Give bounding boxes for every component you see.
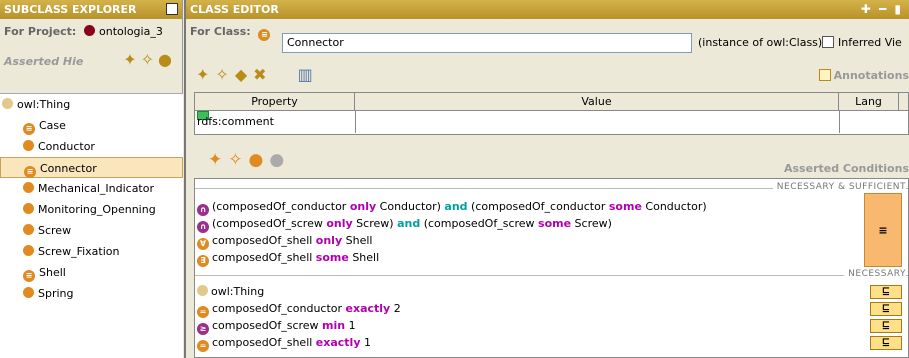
delete-condition-icon[interactable]: ● bbox=[269, 150, 290, 170]
condition-row[interactable]: ∃ composedOf_shell some Shell bbox=[197, 249, 379, 267]
class-icon bbox=[197, 285, 208, 296]
annotation-toolbar: ✦✧◆✖ ▥ bbox=[196, 65, 319, 84]
class-icon bbox=[23, 245, 34, 256]
delete-annotation-icon[interactable]: ✖ bbox=[253, 65, 272, 84]
inferred-view-toggle[interactable]: Inferred Vie bbox=[822, 33, 902, 53]
conditions-toolbar: ✦✧●● bbox=[208, 150, 290, 170]
class-editor-title: CLASS EDITOR ✚ ━ ▮ bbox=[186, 0, 909, 19]
project-name: ontologia_3 bbox=[99, 25, 163, 38]
tree-item-connector[interactable]: ≡ Connector bbox=[0, 157, 183, 178]
create-restriction-icon[interactable]: ✦ bbox=[208, 150, 228, 170]
instance-of-label: (instance of owl:Class) bbox=[698, 36, 823, 49]
annotations-label: Annotations bbox=[818, 69, 909, 82]
class-editor-panel: CLASS EDITOR ✚ ━ ▮ For Class: ≡ Connecto… bbox=[186, 0, 909, 358]
class-icon bbox=[23, 287, 34, 298]
add-property-icon[interactable]: ◆ bbox=[235, 65, 253, 84]
subclass-explorer-panel: SUBCLASS EXPLORER For Project: ontologia… bbox=[0, 0, 183, 358]
subclass-marker[interactable]: ⊑ bbox=[870, 336, 902, 350]
tree-item-mechanical-indicator[interactable]: Mechanical_Indicator bbox=[0, 178, 183, 199]
class-icon bbox=[23, 224, 34, 235]
hierarchy-toolbar: ✦✧● bbox=[123, 50, 176, 69]
equiv-class-icon: ≡ bbox=[23, 270, 35, 282]
tree-item-case[interactable]: ≡ Case bbox=[0, 115, 183, 136]
annotation-table-header: Property Value Lang bbox=[195, 93, 908, 111]
condition-row[interactable]: owl:Thing bbox=[197, 283, 264, 300]
tree-item-screw[interactable]: Screw bbox=[0, 220, 183, 241]
create-expression-icon[interactable]: ✧ bbox=[228, 150, 248, 170]
cardinality-restriction-icon: = bbox=[197, 340, 209, 352]
column-header-value[interactable]: Value bbox=[355, 93, 839, 111]
necessary-sufficient-header: NECESSARY & SUFFICIENT bbox=[772, 182, 906, 192]
delete-class-icon[interactable]: ● bbox=[158, 50, 176, 69]
tree-item-conductor[interactable]: Conductor bbox=[0, 136, 183, 157]
some-values-restriction-icon: ∃ bbox=[197, 255, 209, 267]
column-header-property[interactable]: Property bbox=[195, 93, 355, 111]
subclass-marker[interactable]: ⊑ bbox=[870, 302, 902, 316]
condition-row[interactable]: = composedOf_conductor exactly 2 bbox=[197, 300, 401, 318]
equiv-class-icon: ≡ bbox=[258, 29, 271, 41]
inferred-view-checkbox[interactable] bbox=[822, 36, 834, 48]
conditions-list: NECESSARY & SUFFICIENT ∩ (composedOf_cond… bbox=[194, 178, 909, 358]
equivalent-class-marker[interactable]: ≡ bbox=[864, 193, 902, 267]
asserted-conditions-title: Asserted Conditions bbox=[784, 162, 909, 175]
equiv-class-icon: ≡ bbox=[23, 123, 35, 135]
tree-item-screw-fixation[interactable]: Screw_Fixation bbox=[0, 241, 183, 262]
class-icon bbox=[2, 98, 13, 109]
add-annotation-icon[interactable]: ✦ bbox=[196, 65, 215, 84]
condition-row[interactable]: ∩ (composedOf_screw only Screw) and (comp… bbox=[197, 215, 612, 233]
subclass-marker[interactable]: ⊑ bbox=[870, 319, 902, 333]
add-datatype-annotation-icon[interactable]: ✧ bbox=[215, 65, 234, 84]
add-named-class-icon[interactable]: ● bbox=[249, 150, 270, 170]
title-bar-icons[interactable]: ✚ ━ ▮ bbox=[861, 0, 903, 19]
condition-row[interactable]: = composedOf_shell exactly 1 bbox=[197, 334, 371, 352]
class-name-field[interactable]: Connector bbox=[282, 33, 692, 53]
tree-item-owl-thing[interactable]: owl:Thing bbox=[0, 94, 183, 115]
asserted-hierarchy-row: Asserted Hie ✦✧● bbox=[0, 44, 182, 74]
class-icon bbox=[23, 182, 34, 193]
equiv-class-icon: ≡ bbox=[24, 166, 36, 178]
table-row[interactable]: rdfs:comment bbox=[195, 111, 908, 133]
annotation-table: Property Value Lang rdfs:comment bbox=[194, 92, 909, 135]
create-subclass-icon[interactable]: ✦ bbox=[123, 50, 140, 69]
annotation-note-icon bbox=[818, 69, 831, 81]
tree-item-monitoring-openning[interactable]: Monitoring_Openning bbox=[0, 199, 183, 220]
tree-item-shell[interactable]: ≡ Shell bbox=[0, 262, 183, 283]
condition-row[interactable]: ≥ composedOf_screw min 1 bbox=[197, 317, 356, 335]
for-project-row: For Project: ontologia_3 bbox=[4, 25, 163, 38]
class-tree: owl:Thing ≡ Case Conductor ≡ Connector Mec… bbox=[0, 93, 183, 358]
tree-item-spring[interactable]: Spring bbox=[0, 283, 183, 304]
column-header-lang[interactable]: Lang bbox=[839, 93, 899, 111]
panel-toggle-button[interactable] bbox=[166, 3, 178, 15]
ontology-icon bbox=[84, 25, 96, 36]
condition-row[interactable]: ∩ (composedOf_conductor only Conductor) a… bbox=[197, 198, 707, 216]
necessary-header: NECESSARY bbox=[844, 269, 906, 279]
condition-row[interactable]: ∀ composedOf_shell only Shell bbox=[197, 232, 372, 250]
view-icon[interactable]: ▥ bbox=[298, 65, 319, 84]
create-sibling-icon[interactable]: ✧ bbox=[141, 50, 158, 69]
class-icon bbox=[23, 203, 34, 214]
asserted-hierarchy-label: Asserted Hie bbox=[4, 55, 84, 68]
subclass-marker[interactable]: ⊑ bbox=[870, 285, 902, 299]
subclass-explorer-title: SUBCLASS EXPLORER bbox=[0, 0, 182, 19]
class-icon bbox=[23, 140, 34, 151]
